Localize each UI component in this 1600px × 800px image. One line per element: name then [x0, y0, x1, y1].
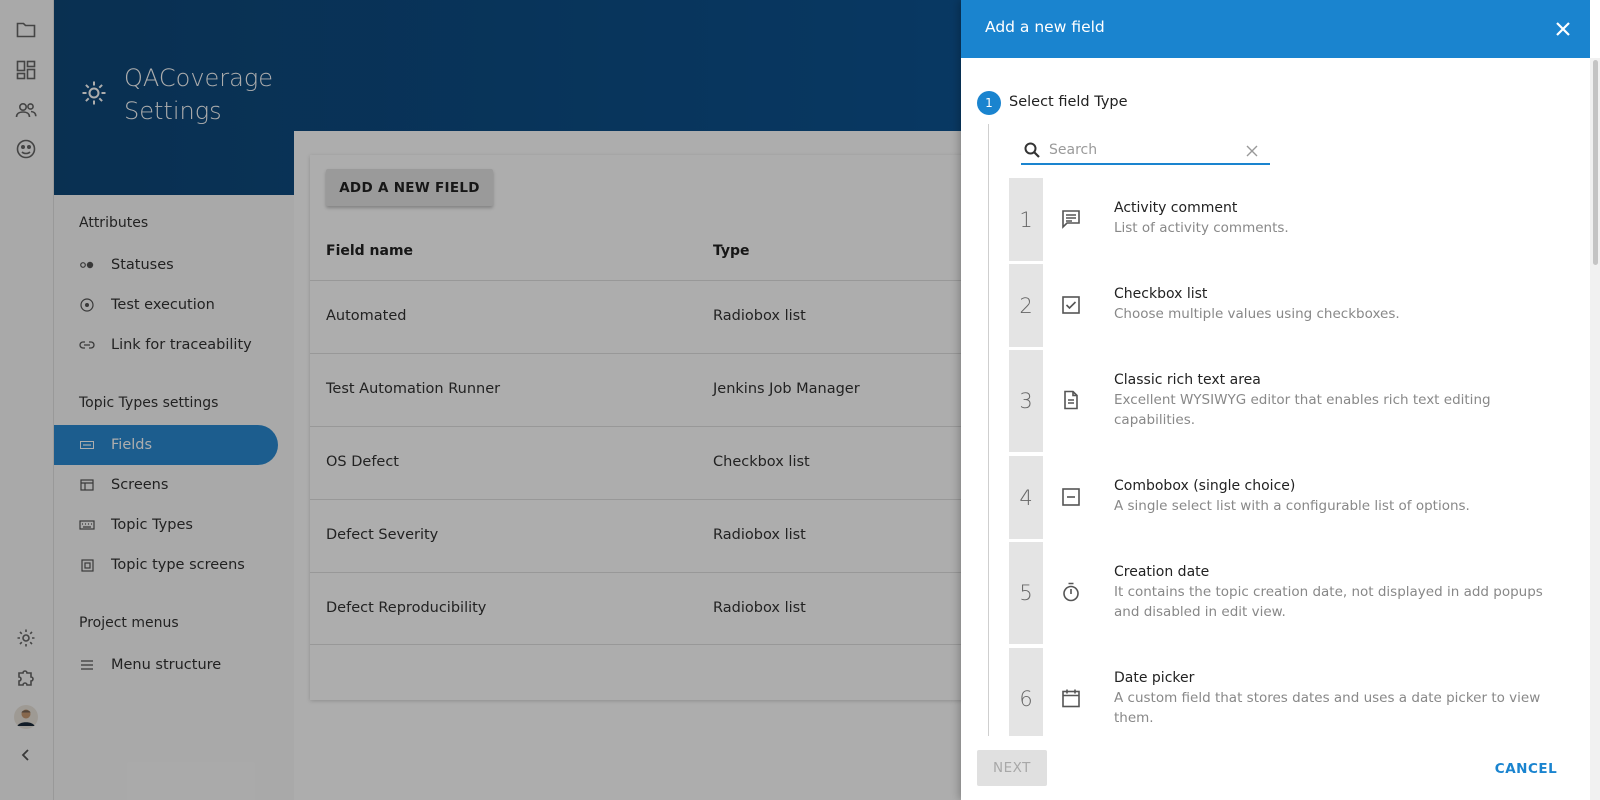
field-type-name: Checkbox list — [1114, 286, 1208, 302]
field-type-description: List of activity comments. — [1114, 220, 1289, 236]
search-input[interactable] — [1049, 139, 1229, 161]
step-number: 1 — [977, 91, 1001, 115]
item-number: 1 — [1009, 178, 1043, 261]
field-type-name: Classic rich text area — [1114, 372, 1261, 388]
search-field — [1021, 137, 1270, 165]
item-number: 4 — [1009, 456, 1043, 539]
item-number: 5 — [1009, 542, 1043, 644]
search-icon — [1023, 141, 1041, 159]
checkbox-icon — [1061, 295, 1081, 315]
field-type-description: Choose multiple values using checkboxes. — [1114, 306, 1400, 322]
combobox-icon — [1061, 487, 1081, 507]
scrollbar-thumb[interactable] — [1593, 60, 1598, 265]
field-type-name: Date picker — [1114, 670, 1195, 686]
next-button[interactable]: NEXT — [977, 750, 1047, 786]
item-number: 6 — [1009, 648, 1043, 736]
field-type-description: A custom field that stores dates and use… — [1114, 690, 1541, 726]
field-type-creation-date[interactable]: 5 Creation date It contains the topic cr… — [1009, 542, 1569, 644]
timer-icon — [1061, 582, 1081, 602]
drawer-header: Add a new field — [961, 0, 1590, 58]
clear-search-icon[interactable] — [1245, 143, 1259, 157]
field-type-description: It contains the topic creation date, not… — [1114, 584, 1543, 620]
field-type-name: Combobox (single choice) — [1114, 478, 1296, 494]
field-type-combobox[interactable]: 4 Combobox (single choice) A single sele… — [1009, 456, 1569, 539]
field-type-activity-comment[interactable]: 1 Activity comment List of activity comm… — [1009, 178, 1569, 261]
field-type-date-picker[interactable]: 6 Date picker A custom field that stores… — [1009, 648, 1569, 736]
field-type-classic-rich-text[interactable]: 3 Classic rich text area Excellent WYSIW… — [1009, 350, 1569, 452]
add-field-drawer: Add a new field 1 Select field Type 1 Ac… — [961, 0, 1600, 800]
document-icon — [1061, 390, 1081, 410]
calendar-icon — [1061, 688, 1081, 708]
step-label: Select field Type — [1009, 94, 1128, 110]
field-type-description: Excellent WYSIWYG editor that enables ri… — [1114, 392, 1491, 428]
item-number: 3 — [1009, 350, 1043, 452]
item-number: 2 — [1009, 264, 1043, 347]
field-type-description: A single select list with a configurable… — [1114, 498, 1470, 514]
cancel-button[interactable]: CANCEL — [1491, 755, 1561, 783]
field-type-list: 1 Activity comment List of activity comm… — [1009, 178, 1569, 736]
drawer-title: Add a new field — [985, 18, 1105, 36]
field-type-name: Creation date — [1114, 564, 1210, 580]
comment-icon — [1061, 209, 1081, 229]
field-type-checkbox-list[interactable]: 2 Checkbox list Choose multiple values u… — [1009, 264, 1569, 347]
step-connector — [988, 124, 989, 736]
modal-overlay[interactable] — [0, 0, 962, 800]
field-type-name: Activity comment — [1114, 200, 1238, 216]
close-icon[interactable] — [1550, 16, 1576, 42]
